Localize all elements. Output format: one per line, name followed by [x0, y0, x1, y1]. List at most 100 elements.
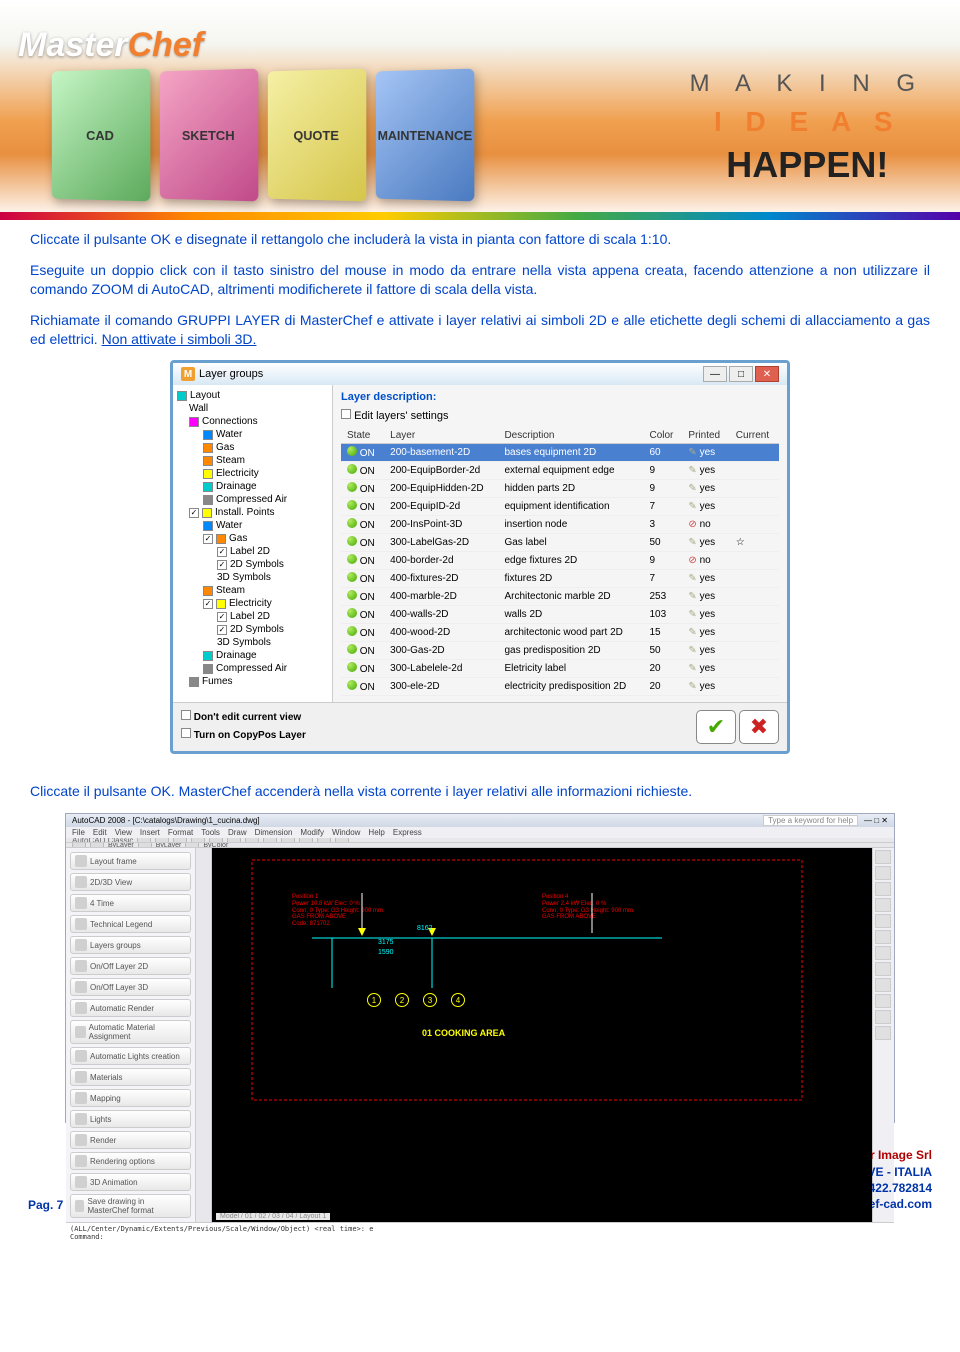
tree-node[interactable]: ✓2D Symbols — [175, 558, 330, 571]
table-row[interactable]: ON200-EquipBorder-2dexternal equipment e… — [341, 462, 779, 480]
table-row[interactable]: ON300-ele-2Delectricity predisposition 2… — [341, 678, 779, 696]
menu-dimension[interactable]: Dimension — [255, 828, 293, 837]
panel-button[interactable]: 4 Time — [70, 894, 191, 912]
panel-button[interactable]: 2D/3D View — [70, 873, 191, 891]
product-boxes: CAD SKETCH QUOTE MAINTENANCE — [50, 70, 482, 200]
panel-button[interactable]: Technical Legend — [70, 915, 191, 933]
tree-node[interactable]: ✓Label 2D — [175, 545, 330, 558]
menu-tools[interactable]: Tools — [201, 828, 220, 837]
tree-node[interactable]: 3D Symbols — [175, 571, 330, 584]
layer-groups-dialog: M Layer groups — □ ✕ LayoutWallConnectio… — [170, 360, 790, 754]
panel-button[interactable]: Automatic Material Assignment — [70, 1020, 191, 1044]
acad-min[interactable]: — □ ✕ — [864, 816, 888, 825]
area-label: 01 COOKING AREA — [422, 1028, 505, 1038]
acad-vbar[interactable] — [196, 848, 212, 1222]
acad-menubar[interactable]: File Edit View Insert Format Tools Draw Dimensi… — [66, 827, 894, 838]
tree-node[interactable]: ✓2D Symbols — [175, 623, 330, 636]
panel-button[interactable]: Save drawing in MasterChef format — [70, 1194, 191, 1218]
tree-node[interactable]: Compressed Air — [175, 493, 330, 506]
cmd-prompt: Command: — [70, 1233, 890, 1241]
menu-express[interactable]: Express — [393, 828, 422, 837]
panel-button[interactable]: Lights — [70, 1110, 191, 1128]
menu-file[interactable]: File — [72, 828, 85, 837]
panel-button[interactable]: On/Off Layer 2D — [70, 957, 191, 975]
tree-node[interactable]: Water — [175, 428, 330, 441]
svg-text:8162: 8162 — [417, 925, 433, 932]
tree-node[interactable]: Fumes — [175, 675, 330, 688]
page-number: Pag. 7 — [28, 1198, 63, 1212]
layer-tree[interactable]: LayoutWallConnectionsWaterGasSteamElectr… — [173, 385, 333, 702]
table-row[interactable]: ON400-wood-2Darchitectonic wood part 2D1… — [341, 624, 779, 642]
menu-draw[interactable]: Draw — [228, 828, 247, 837]
tree-node[interactable]: Drainage — [175, 480, 330, 493]
table-row[interactable]: ON200-InsPoint-3Dinsertion node3⊘ no — [341, 516, 779, 534]
table-row[interactable]: ON300-LabelGas-2DGas label50✎ yes☆ — [341, 534, 779, 552]
col-printed[interactable]: Printed — [682, 428, 729, 444]
cancel-button[interactable]: ✖ — [739, 710, 779, 744]
panel-button[interactable]: Mapping — [70, 1089, 191, 1107]
close-button[interactable]: ✕ — [755, 366, 779, 382]
tree-node[interactable]: Water — [175, 519, 330, 532]
col-description[interactable]: Description — [498, 428, 643, 444]
turnon-copypos-checkbox[interactable] — [181, 728, 191, 738]
col-color[interactable]: Color — [643, 428, 682, 444]
table-row[interactable]: ON200-EquipID-2dequipment identification… — [341, 498, 779, 516]
menu-view[interactable]: View — [115, 828, 132, 837]
col-layer[interactable]: Layer — [384, 428, 498, 444]
tree-node[interactable]: 3D Symbols — [175, 636, 330, 649]
menu-format[interactable]: Format — [168, 828, 193, 837]
ok-button[interactable]: ✔ — [696, 710, 736, 744]
tree-node[interactable]: Compressed Air — [175, 662, 330, 675]
dont-edit-view-checkbox[interactable] — [181, 710, 191, 720]
col-current[interactable]: Current — [730, 428, 779, 444]
acad-help-hint[interactable]: Type a keyword for help — [763, 815, 858, 826]
tree-node[interactable]: Connections — [175, 415, 330, 428]
acad-left-panel[interactable]: Layout frame 2D/3D View 4 Time Technical Le… — [66, 848, 196, 1222]
command-line[interactable]: (ALL/Center/Dynamic/Extents/Previous/Sca… — [66, 1222, 894, 1243]
table-row[interactable]: ON400-fixtures-2Dfixtures 2D7✎ yes — [341, 570, 779, 588]
table-row[interactable]: ON400-walls-2Dwalls 2D103✎ yes — [341, 606, 779, 624]
col-state[interactable]: State — [341, 428, 384, 444]
paragraph-3: Richiamate il comando GRUPPI LAYER di Ma… — [30, 311, 930, 349]
tree-node[interactable]: Steam — [175, 454, 330, 467]
tree-node[interactable]: Steam — [175, 584, 330, 597]
table-row[interactable]: ON200-EquipHidden-2Dhidden parts 2D9✎ ye… — [341, 480, 779, 498]
tree-node[interactable]: Gas — [175, 441, 330, 454]
layout-tabs[interactable]: Model / 01 / 02 / 03 / 04 / Layout 1 — [216, 1213, 330, 1220]
panel-button[interactable]: Materials — [70, 1068, 191, 1086]
menu-help[interactable]: Help — [368, 828, 384, 837]
tree-node[interactable]: Electricity — [175, 467, 330, 480]
panel-button[interactable]: Rendering options — [70, 1152, 191, 1170]
maximize-button[interactable]: □ — [729, 366, 753, 382]
tree-node[interactable]: Layout — [175, 389, 330, 402]
menu-window[interactable]: Window — [332, 828, 360, 837]
panel-button[interactable]: Layout frame — [70, 852, 191, 870]
tree-node[interactable]: ✓Install. Points — [175, 506, 330, 519]
panel-button[interactable]: Automatic Render — [70, 999, 191, 1017]
panel-button[interactable]: On/Off Layer 3D — [70, 978, 191, 996]
layer-description-label: Layer description: — [341, 391, 779, 403]
minimize-button[interactable]: — — [703, 366, 727, 382]
tree-node[interactable]: ✓Electricity — [175, 597, 330, 610]
tree-node[interactable]: ✓Gas — [175, 532, 330, 545]
menu-insert[interactable]: Insert — [140, 828, 160, 837]
table-row[interactable]: ON400-marble-2DArchitectonic marble 2D25… — [341, 588, 779, 606]
table-row[interactable]: ON300-Labelele-2dEletricity label20✎ yes — [341, 660, 779, 678]
tree-node[interactable]: ✓Label 2D — [175, 610, 330, 623]
menu-modify[interactable]: Modify — [300, 828, 324, 837]
tree-node[interactable]: Drainage — [175, 649, 330, 662]
circle-1: 1 — [367, 993, 381, 1007]
table-row[interactable]: ON200-basement-2Dbases equipment 2D60✎ y… — [341, 444, 779, 462]
panel-button[interactable]: Render — [70, 1131, 191, 1149]
table-row[interactable]: ON300-Gas-2Dgas predisposition 2D50✎ yes — [341, 642, 779, 660]
edit-layers-checkbox[interactable] — [341, 409, 351, 419]
tree-node[interactable]: Wall — [175, 402, 330, 415]
panel-button[interactable]: Automatic Lights creation — [70, 1047, 191, 1065]
svg-text:1590: 1590 — [378, 949, 394, 956]
acad-drawing-area[interactable]: Position 1 Power 10.8 kW Elec: 0 % Conn:… — [212, 848, 872, 1222]
panel-button[interactable]: 3D Animation — [70, 1173, 191, 1191]
dialog-titlebar: M Layer groups — □ ✕ — [173, 363, 787, 385]
menu-edit[interactable]: Edit — [93, 828, 107, 837]
table-row[interactable]: ON400-border-2dedge fixtures 2D9⊘ no — [341, 552, 779, 570]
panel-button[interactable]: Layers groups — [70, 936, 191, 954]
